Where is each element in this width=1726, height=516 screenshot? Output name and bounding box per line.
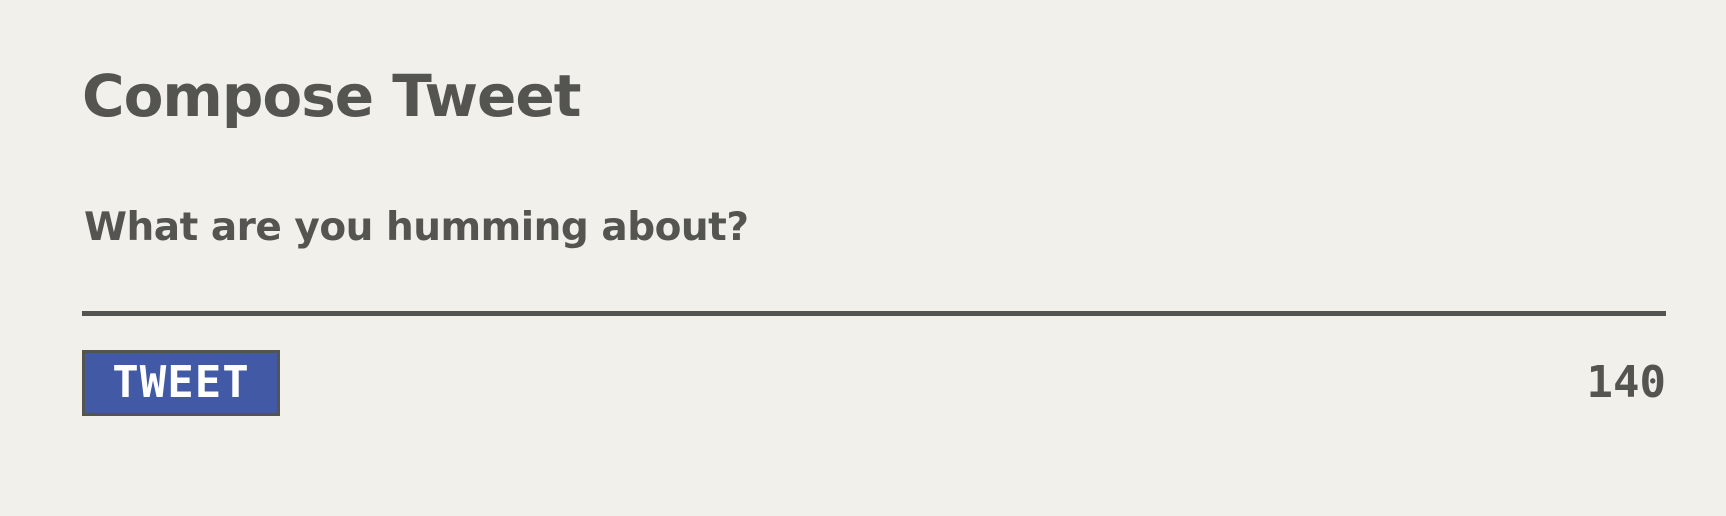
page-title: Compose Tweet: [82, 62, 581, 130]
character-count: 140: [1586, 357, 1666, 408]
tweet-button[interactable]: TWEET: [82, 350, 280, 416]
compose-tweet-form: Compose Tweet What are you humming about…: [82, 0, 1666, 516]
tweet-input[interactable]: [82, 196, 1666, 316]
